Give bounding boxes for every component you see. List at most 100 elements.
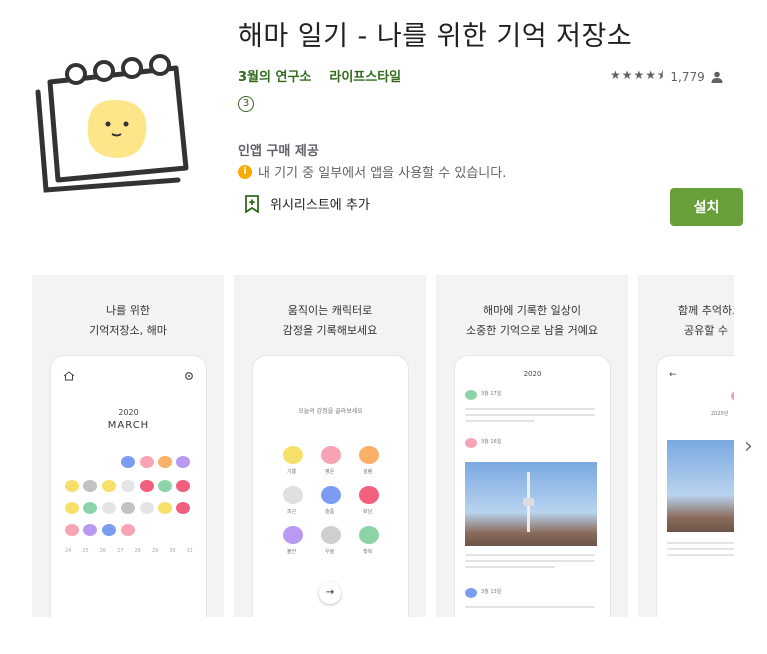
- calendar-day: 26: [99, 548, 107, 554]
- emotion-blob: [158, 456, 172, 468]
- emotion-blob: [83, 502, 97, 514]
- emotion-blob: [359, 446, 379, 464]
- text-line: [667, 554, 734, 556]
- compatibility-text: 내 기기 중 일부에서 앱을 사용할 수 있습니다.: [258, 166, 507, 181]
- text-line: [465, 420, 535, 422]
- screenshot-carousel[interactable]: 나를 위한 기억저장소, 해마 2020 MARCH 24 25 26 27 2…: [32, 275, 734, 617]
- calendar-day: 31: [186, 548, 193, 554]
- home-icon: [63, 371, 75, 381]
- emotion-blob: [140, 456, 154, 468]
- emotion-label: 슬픔: [325, 509, 335, 515]
- calendar-days-row: 24 25 26 27 28 29 30 31: [65, 548, 193, 554]
- emotion-blob: [121, 456, 135, 468]
- caption-line-2: 감정을 기록해보세요: [282, 324, 378, 337]
- emotion-blob: [176, 502, 190, 514]
- info-icon: i: [238, 164, 252, 179]
- review-count: 1,779: [670, 69, 705, 84]
- emotion-blob: [102, 480, 116, 492]
- app-title: 해마 일기 - 나를 위한 기억 저장소: [238, 21, 633, 52]
- text-line: [465, 606, 595, 608]
- emotion-blob: [83, 524, 97, 536]
- emotion-blob: [359, 486, 379, 504]
- emotion-blob: [283, 486, 303, 504]
- emotion-prompt: 오늘의 감정을 골라보세요: [298, 408, 363, 415]
- caption-line-2: 기억저장소, 해마: [89, 324, 167, 337]
- emotion-blob: [140, 502, 154, 514]
- text-line: [667, 548, 734, 550]
- diary-year: 2020년: [711, 411, 729, 417]
- back-arrow-icon: ←: [669, 370, 677, 380]
- emotion-blob: [176, 456, 190, 468]
- caption-line-2: 소중한 기억으로 남을 거예요: [466, 324, 598, 337]
- screenshot-caption: 나를 위한 기억저장소, 해마: [32, 301, 224, 341]
- emotion-label: 설렘: [363, 469, 373, 475]
- caption-line-1: 나를 위한: [106, 304, 150, 317]
- screenshot-caption: 움직이는 캐릭터로 감정을 기록해보세요: [234, 301, 426, 341]
- app-icon: [28, 40, 208, 200]
- phone-mockup: 2020 MARCH 24 25 26 27 28 29 30 31: [50, 355, 207, 617]
- emotion-blob: [283, 446, 303, 464]
- category-link[interactable]: 라이프스타일: [329, 66, 401, 85]
- developer-link[interactable]: 3월의 연구소: [238, 66, 311, 85]
- screenshot-1[interactable]: 나를 위한 기억저장소, 해마 2020 MARCH 24 25 26 27 2…: [32, 275, 224, 617]
- caption-line-2: 공유할 수: [684, 324, 728, 337]
- phone-mockup: ← 2020년: [656, 355, 734, 617]
- emotion-blob: [465, 588, 477, 598]
- chevron-right-icon[interactable]: ›: [744, 434, 753, 459]
- caption-line-1: 해마에 기록한 일상이: [482, 304, 582, 317]
- entry-date: 3월 13일: [481, 589, 502, 595]
- emotion-blob: [321, 526, 341, 544]
- emotion-label: 기쁨: [287, 469, 297, 475]
- calendar-day: 28: [134, 548, 141, 554]
- emotion-blob: [359, 526, 379, 544]
- phone-mockup: 오늘의 감정을 골라보세요 기쁨 평온 설렘 피곤 슬픔 화남 불안 우울 행복…: [252, 355, 409, 617]
- emotion-label: 피곤: [287, 509, 297, 515]
- emotion-blob: [283, 526, 303, 544]
- emotion-blob: [465, 390, 477, 400]
- install-button[interactable]: 설치: [670, 188, 743, 226]
- emotion-blob: [465, 438, 477, 448]
- emotion-label: 평온: [325, 469, 335, 475]
- emotion-blob: [102, 502, 116, 514]
- emotion-blob: [65, 524, 79, 536]
- calendar-day: 29: [151, 548, 159, 554]
- calendar-day: 30: [169, 548, 176, 554]
- emotion-blob: [121, 502, 135, 514]
- text-line: [667, 542, 734, 544]
- emotion-blob: [176, 480, 190, 492]
- emotion-blob: [321, 486, 341, 504]
- emotion-label: 행복: [363, 549, 373, 555]
- emotion-blob: [140, 480, 154, 492]
- text-line: [465, 414, 595, 416]
- caption-line-1: 함께 추억하고: [678, 304, 734, 317]
- calendar-year: 2020: [118, 408, 139, 417]
- rating: ★★★★⯨ 1,779: [610, 66, 723, 87]
- compatibility-notice: i 내 기기 중 일부에서 앱을 사용할 수 있습니다.: [238, 162, 506, 181]
- screenshot-2[interactable]: 움직이는 캐릭터로 감정을 기록해보세요 오늘의 감정을 골라보세요 기쁨 평온…: [234, 275, 426, 617]
- caption-line-1: 움직이는 캐릭터로: [287, 304, 373, 317]
- wishlist-button[interactable]: 위시리스트에 추가: [244, 194, 370, 213]
- emotion-blob: [731, 390, 734, 402]
- rating-stars: ★★★★⯨: [610, 68, 665, 82]
- sticky-note-smiley-icon: [35, 54, 189, 193]
- tower-shape: [523, 498, 534, 506]
- calendar-day: 24: [65, 548, 72, 554]
- calendar-month: MARCH: [107, 420, 150, 431]
- screenshot-3[interactable]: 해마에 기록한 일상이 소중한 기억으로 남을 거예요 2020 3월 17일 …: [436, 275, 628, 617]
- emotion-blob: [321, 446, 341, 464]
- phone-mockup: 2020 3월 17일 3월 16일 3월 13일: [454, 355, 611, 617]
- gear-icon: [185, 372, 193, 380]
- diary-photo: [667, 440, 734, 532]
- text-line: [465, 560, 595, 562]
- arrow-right-icon: →: [319, 582, 341, 604]
- screenshot-4[interactable]: 함께 추억하고 공유할 수 ← 2020년: [638, 275, 734, 617]
- person-icon: [711, 71, 723, 83]
- developer-row: 3월의 연구소 라이프스타일: [238, 66, 401, 85]
- emotion-blob: [121, 524, 135, 536]
- entry-date: 3월 17일: [481, 391, 502, 397]
- diary-year: 2020: [523, 370, 542, 378]
- screenshot-caption: 해마에 기록한 일상이 소중한 기억으로 남을 거예요: [436, 301, 628, 341]
- wishlist-label: 위시리스트에 추가: [270, 198, 370, 213]
- age-rating-badge: 3: [238, 96, 254, 112]
- emotion-blob: [65, 502, 79, 514]
